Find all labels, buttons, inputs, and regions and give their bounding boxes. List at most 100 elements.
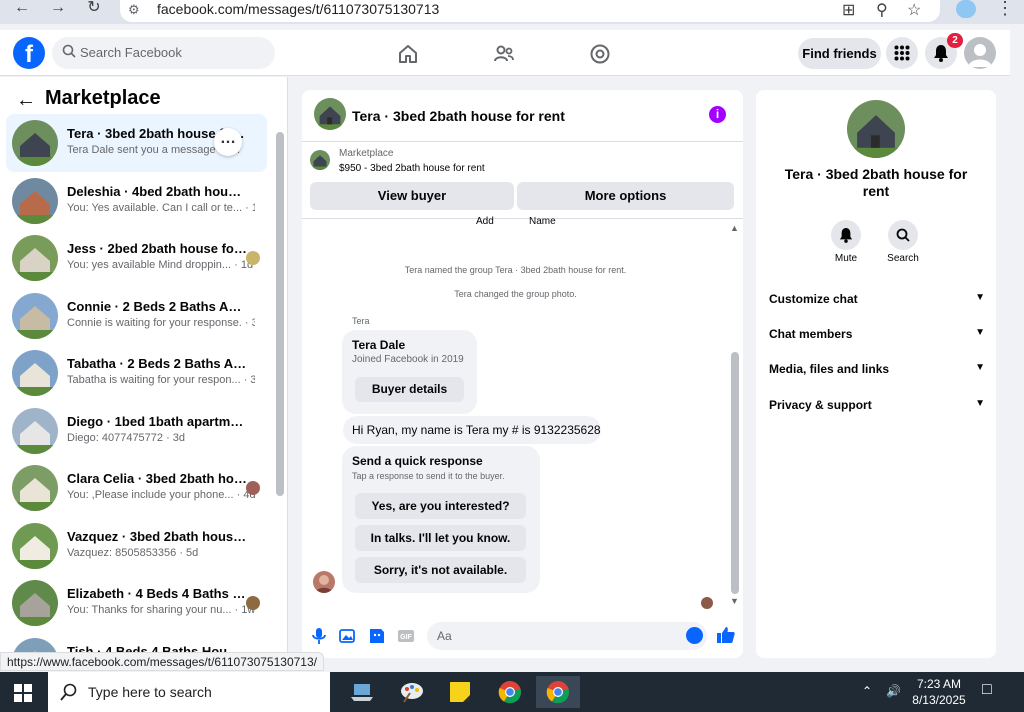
taskbar-app-chrome[interactable] (488, 676, 532, 708)
search-chat-button[interactable] (888, 220, 918, 250)
search-box[interactable]: Search Facebook (52, 37, 275, 69)
listing-thumbnail (12, 120, 58, 166)
gaming-icon[interactable] (588, 42, 612, 66)
marketplace-sidebar: ← Marketplace Tera · 3bed 2bath house fo… (0, 77, 288, 657)
forward-arrow-icon[interactable]: → (46, 0, 70, 18)
seen-indicator-avatar (701, 597, 713, 609)
friends-icon[interactable] (492, 42, 516, 66)
zoom-icon[interactable]: ⚲ (876, 0, 888, 20)
seen-avatar (246, 251, 260, 265)
listing-thumbnail (12, 465, 58, 511)
quick-response-yes[interactable]: Yes, are you interested? (355, 493, 526, 519)
tray-chevron-up-icon[interactable]: ⌃ (862, 684, 872, 698)
house-photo-icon (12, 465, 58, 511)
conversation-item[interactable]: Clara Celia · 3bed 2bath hous... You: ,Pl… (6, 459, 267, 517)
listing-thumbnail[interactable] (310, 150, 330, 170)
gif-icon[interactable]: GIF (397, 627, 415, 645)
quick-response-subtitle: Tap a response to send it to the buyer. (352, 471, 505, 481)
house-photo-icon (12, 407, 58, 454)
home-icon[interactable] (396, 42, 420, 66)
scroll-down-arrow-icon[interactable]: ▼ (730, 596, 739, 606)
message-input[interactable]: Aa (437, 629, 452, 643)
search-input[interactable]: Search Facebook (80, 45, 182, 60)
system-message: Tera named the group Tera · 3bed 2bath h… (404, 265, 627, 275)
reload-icon[interactable]: ↻ (82, 0, 106, 18)
notifications-center-icon[interactable]: □ (982, 681, 992, 699)
conversation-preview: Vazquez: 8505853356 · 5d (67, 546, 199, 559)
conversation-item[interactable]: Deleshia · 4bed 2bath house for... You: Y… (6, 172, 267, 230)
bookmark-star-icon[interactable]: ☆ (907, 0, 921, 20)
chat-header-thumbnail[interactable] (314, 98, 346, 130)
conversation-preview: Tabatha is waiting for your respon... · … (67, 374, 255, 386)
back-arrow-icon[interactable]: ← (10, 0, 34, 18)
privacy-support-row[interactable]: Privacy & support ▼ (769, 398, 985, 418)
address-url[interactable]: facebook.com/messages/t/611073075130713 (157, 1, 439, 17)
microphone-icon[interactable] (310, 627, 328, 645)
taskbar-app-sticky-notes[interactable] (438, 676, 482, 708)
conversation-item[interactable]: Jess · 2bed 2bath house for r... You: yes… (6, 229, 267, 287)
taskbar-app-laptop[interactable] (340, 676, 384, 708)
view-buyer-button[interactable]: View buyer (310, 182, 514, 210)
taskbar-search-input[interactable]: Type here to search (88, 684, 212, 700)
house-photo-icon (12, 235, 58, 281)
listing-price[interactable]: $950 - 3bed 2bath house for rent (339, 163, 485, 174)
emoji-icon[interactable] (686, 627, 703, 644)
chat-scrollbar[interactable] (731, 352, 739, 594)
conversation-title: Clara Celia · 3bed 2bath hous... (67, 471, 247, 486)
message-composer[interactable]: Aa (427, 622, 707, 650)
conversation-preview: Connie is waiting for your response. · 3… (67, 316, 255, 329)
row-label: Customize chat (769, 292, 858, 306)
conversation-item[interactable]: Connie · 2 Beds 2 Baths Apartm... Connie … (6, 287, 267, 345)
quick-response-talks[interactable]: In talks. I'll let you know. (355, 525, 526, 551)
page-scrollbar[interactable] (1010, 30, 1024, 668)
sticker-icon[interactable] (368, 627, 386, 645)
address-bar[interactable]: ⚙ facebook.com/messages/t/61107307513071… (120, 0, 940, 22)
more-options-button[interactable]: More options (517, 182, 734, 210)
clock-time: 7:23 AM (916, 677, 962, 691)
sidebar-scrollbar[interactable] (276, 132, 284, 496)
menu-grid-button[interactable] (886, 37, 918, 69)
group-avatar[interactable] (847, 100, 905, 158)
chat-members-row[interactable]: Chat members ▼ (769, 327, 985, 347)
taskbar-clock[interactable]: 7:23 AM 8/13/2025 (908, 676, 970, 708)
sidebar-title: Marketplace (45, 87, 161, 109)
buyer-details-button[interactable]: Buyer details (355, 377, 464, 402)
conversation-item[interactable]: Elizabeth · 4 Beds 4 Baths Ho... You: Tha… (6, 574, 267, 632)
taskbar-search[interactable]: Type here to search (48, 672, 330, 712)
taskbar-app-chrome-active[interactable] (536, 676, 580, 708)
like-thumb-icon[interactable] (716, 625, 736, 645)
facebook-logo-icon[interactable]: f (13, 37, 45, 69)
back-arrow-icon[interactable]: ← (16, 89, 36, 112)
conversation-title: Diego · 1bed 1bath apartment f... (67, 413, 247, 429)
windows-start-icon[interactable] (14, 684, 32, 702)
browser-profile-icon[interactable] (956, 0, 976, 18)
customize-chat-row[interactable]: Customize chat ▼ (769, 292, 985, 312)
account-avatar[interactable] (964, 37, 996, 69)
group-name: Tera · 3bed 2bath house for rent (784, 166, 968, 199)
conversation-item[interactable]: Tera · 3bed 2bath house for rent Tera Dal… (6, 114, 267, 172)
install-app-icon[interactable]: ⊞ (842, 0, 855, 20)
sender-avatar[interactable] (313, 571, 335, 593)
info-icon[interactable]: i (709, 106, 726, 123)
find-friends-button[interactable]: Find friends (798, 38, 881, 69)
taskbar-app-paint[interactable] (390, 676, 434, 708)
partial-label-add: Add (476, 216, 494, 227)
bell-icon (934, 45, 948, 62)
chevron-down-icon: ▼ (975, 327, 985, 338)
conversation-item[interactable]: Diego · 1bed 1bath apartment f... Diego: … (6, 402, 267, 460)
row-label: Privacy & support (769, 398, 872, 412)
conversation-item[interactable]: Tabatha · 2 Beds 2 Baths Apart... Tabatha… (6, 344, 267, 402)
site-settings-icon[interactable]: ⚙ (128, 2, 140, 18)
row-label: Chat members (769, 327, 853, 341)
quick-response-sorry[interactable]: Sorry, it's not available. (355, 557, 526, 583)
browser-menu-icon[interactable]: ⋮ (996, 0, 1014, 19)
conversation-title: Elizabeth · 4 Beds 4 Baths Ho... (67, 586, 247, 601)
listing-thumbnail (12, 580, 58, 626)
volume-icon[interactable]: 🔊 (886, 684, 901, 698)
scroll-up-arrow-icon[interactable]: ▲ (730, 223, 739, 233)
more-options-icon[interactable]: … (214, 128, 242, 156)
mute-button[interactable] (831, 220, 861, 250)
photo-icon[interactable] (339, 627, 357, 645)
conversation-item[interactable]: Vazquez · 3bed 2bath house for... Vazquez… (6, 517, 267, 575)
media-files-links-row[interactable]: Media, files and links ▼ (769, 362, 985, 382)
